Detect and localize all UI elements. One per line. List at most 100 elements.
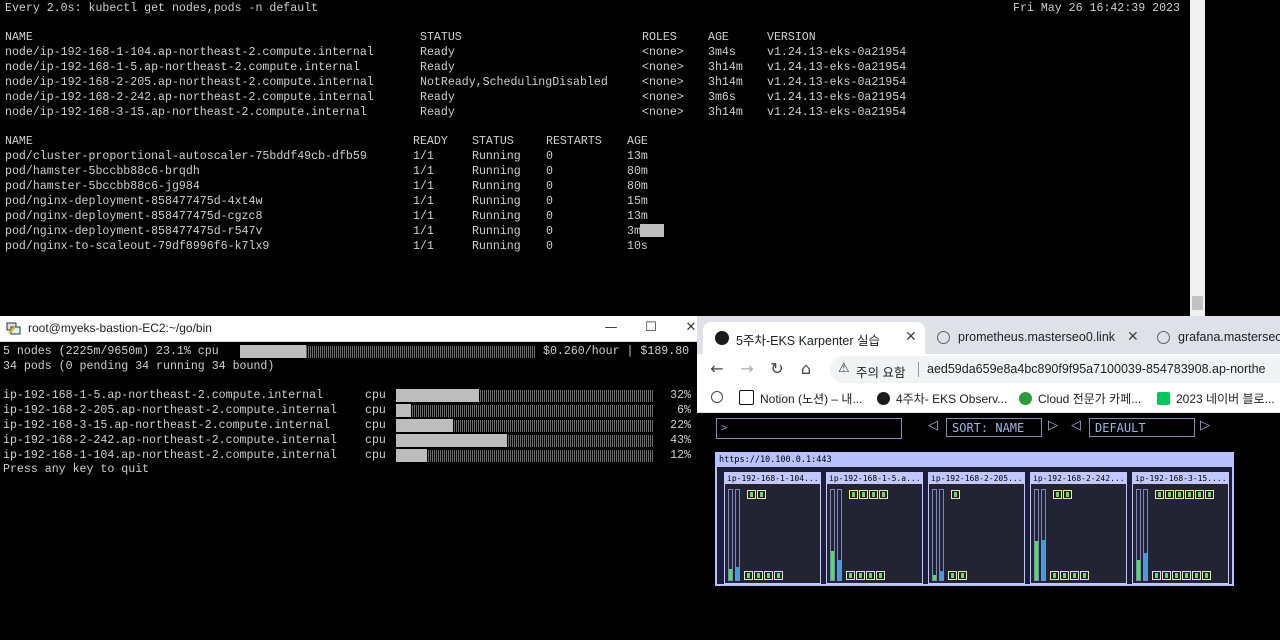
putty-window[interactable]: root@myeks-bastion-EC2:~/go/bin — ☐ ✕ 5 …: [0, 316, 700, 640]
pod-square[interactable]: [774, 571, 783, 580]
security-warning[interactable]: 주의 요함: [856, 362, 905, 381]
pod-square[interactable]: [856, 571, 865, 580]
back-button[interactable]: ←: [707, 359, 727, 379]
cluster-cpu-bar-fill: [240, 345, 306, 358]
node-cell: 3m6s: [708, 91, 736, 104]
pod-square[interactable]: [1185, 490, 1194, 499]
pod-square[interactable]: [849, 490, 858, 499]
pod-square[interactable]: [757, 490, 766, 499]
pod-cell: 1/1: [413, 150, 434, 163]
watch-terminal[interactable]: Every 2.0s: kubectl get nodes,pods -n de…: [0, 0, 1205, 316]
pod-square[interactable]: [958, 571, 967, 580]
scrollbar-thumb[interactable]: [1192, 296, 1203, 310]
home-button[interactable]: ⌂: [796, 359, 816, 379]
quit-hint: Press any key to quit: [3, 463, 150, 476]
pod-square[interactable]: [859, 490, 868, 499]
node-cell: <none>: [642, 76, 684, 89]
tab-close-icon[interactable]: ✕: [1127, 329, 1139, 345]
node-label: ip-192-168-3-15....: [1133, 473, 1229, 484]
pod-square[interactable]: [948, 571, 957, 580]
pod-square[interactable]: [846, 571, 855, 580]
pod-square[interactable]: [1053, 490, 1062, 499]
pod-square[interactable]: [764, 571, 773, 580]
pod-square[interactable]: [1060, 571, 1069, 580]
pod-cell: 1/1: [413, 195, 434, 208]
browser-window[interactable]: 5주차-EKS Karpenter 실습 ✕ prometheus.master…: [697, 316, 1280, 640]
cluster-node[interactable]: ip-192-168-3-15....: [1132, 472, 1229, 584]
cluster-node[interactable]: ip-192-168-2-242...: [1030, 472, 1127, 584]
kube-ops-view: > ◁ SORT: NAME ▷ ◁ DEFAULT ▷ https://10.…: [697, 413, 1280, 640]
pod-square[interactable]: [754, 571, 763, 580]
bookmark-naver-blog[interactable]: 2023 네이버 블로...: [1157, 390, 1275, 407]
pod-square[interactable]: [1182, 571, 1191, 580]
node-cpu-gauge-fill: [729, 569, 732, 580]
bookmark-globe[interactable]: [711, 390, 729, 404]
maximize-button[interactable]: ☐: [643, 320, 659, 336]
pod-square[interactable]: [747, 490, 756, 499]
pod-square[interactable]: [866, 571, 875, 580]
pod-square[interactable]: [876, 571, 885, 580]
sort-next-icon[interactable]: ▷: [1048, 418, 1058, 433]
address-bar[interactable]: ⚠ 주의 요함 aed59da659e8a4bc890f9f95a7100039…: [830, 356, 1280, 383]
pod-square[interactable]: [1205, 490, 1214, 499]
bookmark-notion[interactable]: Notion (노션) – 내...: [739, 390, 862, 407]
node-name: ip-192-168-1-5.ap-northeast-2.compute.in…: [3, 389, 324, 402]
cluster-node[interactable]: ip-192-168-1-104...: [724, 472, 821, 584]
pod-square[interactable]: [1050, 571, 1059, 580]
url-text[interactable]: aed59da659e8a4bc890f9f95a7100039-8547839…: [927, 362, 1266, 376]
tab-close-icon[interactable]: ✕: [905, 329, 917, 345]
namespace-next-icon[interactable]: ▷: [1200, 418, 1210, 433]
pod-square[interactable]: [1152, 571, 1161, 580]
pod-square[interactable]: [1195, 490, 1204, 499]
nodes-col-header: AGE: [708, 31, 729, 44]
pod-cell: 0: [546, 225, 553, 238]
bookmark-cloud-cafe[interactable]: Cloud 전문가 카페...: [1019, 390, 1141, 407]
node-name: ip-192-168-2-242.ap-northeast-2.compute.…: [3, 434, 337, 447]
node-cell: v1.24.13-eks-0a21954: [767, 91, 907, 104]
node-cell: NotReady,SchedulingDisabled: [420, 76, 608, 89]
nodes-col-header: VERSION: [767, 31, 816, 44]
pod-square[interactable]: [1080, 571, 1089, 580]
bookmark-eks-observ[interactable]: 4주차- EKS Observ...: [877, 390, 1007, 407]
pod-square[interactable]: [1070, 571, 1079, 580]
namespace-selector[interactable]: DEFAULT: [1089, 418, 1195, 437]
putty-titlebar[interactable]: root@myeks-bastion-EC2:~/go/bin — ☐ ✕: [0, 316, 700, 342]
minimize-button[interactable]: —: [603, 320, 619, 336]
pods-summary: 34 pods (0 pending 34 running 34 bound): [3, 360, 275, 373]
pod-square[interactable]: [1155, 490, 1164, 499]
terminal-scrollbar[interactable]: [1190, 0, 1205, 316]
pod-square[interactable]: [951, 490, 960, 499]
pod-square[interactable]: [1172, 571, 1181, 580]
tab-grafana[interactable]: grafana.masterseo0.: [1145, 322, 1280, 354]
cluster-box[interactable]: https://10.100.0.1:443 ip-192-168-1-104.…: [715, 452, 1234, 586]
node-cell: Ready: [420, 61, 455, 74]
pod-cell: 0: [546, 165, 553, 178]
node-cpu-percent: 32%: [670, 389, 691, 402]
pod-square[interactable]: [1175, 490, 1184, 499]
cluster-node[interactable]: ip-192-168-2-205...: [928, 472, 1025, 584]
forward-button[interactable]: →: [737, 359, 757, 379]
node-cell: node/ip-192-168-1-5.ap-northeast-2.compu…: [5, 61, 360, 74]
namespace-prev-icon[interactable]: ◁: [1071, 418, 1081, 433]
node-cell: Ready: [420, 106, 455, 119]
pod-cell: 1/1: [413, 180, 434, 193]
warning-icon[interactable]: ⚠: [838, 361, 850, 376]
pod-square[interactable]: [1063, 490, 1072, 499]
reload-button[interactable]: ↻: [767, 359, 787, 379]
pod-square[interactable]: [1162, 571, 1171, 580]
pod-square[interactable]: [1202, 571, 1211, 580]
cluster-summary: 5 nodes (2225m/9650m) 23.1% cpu: [3, 345, 219, 358]
tab-karpenter[interactable]: 5주차-EKS Karpenter 실습 ✕: [703, 322, 925, 354]
tab-prometheus[interactable]: prometheus.masterseo0.link ✕: [925, 322, 1145, 354]
sort-selector[interactable]: SORT: NAME: [946, 418, 1042, 437]
pod-square[interactable]: [1192, 571, 1201, 580]
sort-prev-icon[interactable]: ◁: [928, 418, 938, 433]
pod-square[interactable]: [744, 571, 753, 580]
pod-square[interactable]: [1165, 490, 1174, 499]
cluster-node[interactable]: ip-192-168-1-5.a...: [826, 472, 923, 584]
cafe-icon: [1019, 392, 1032, 405]
node-cell: <none>: [642, 106, 684, 119]
pod-square[interactable]: [869, 490, 878, 499]
pod-square[interactable]: [879, 490, 888, 499]
filter-input[interactable]: >: [716, 418, 902, 439]
